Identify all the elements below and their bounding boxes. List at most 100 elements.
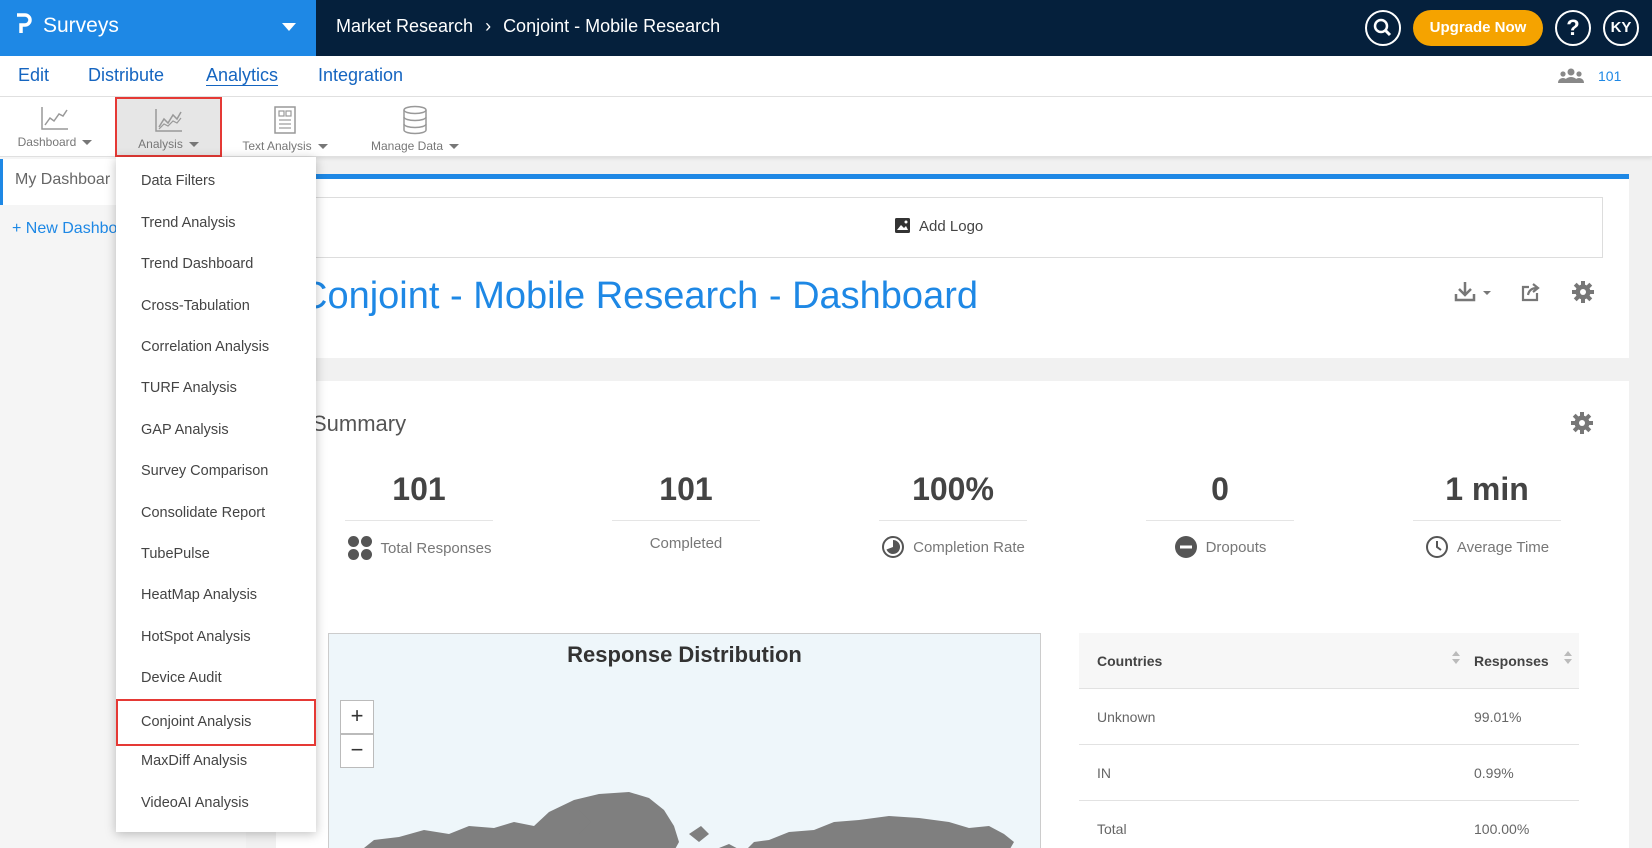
user-avatar[interactable]: KY bbox=[1603, 10, 1639, 46]
new-dashboard-link[interactable]: + New Dashbo bbox=[12, 220, 117, 238]
menu-item-trend-analysis[interactable]: Trend Analysis bbox=[116, 203, 316, 244]
dashboard-header-card: Add Logo Conjoint - Mobile Research - Da… bbox=[276, 174, 1629, 358]
summary-card: Summary 101 Total Responses 101 Complete… bbox=[276, 381, 1629, 848]
menu-item-correlation-analysis[interactable]: Correlation Analysis bbox=[116, 327, 316, 368]
sort-icon[interactable] bbox=[1452, 650, 1460, 665]
stat-completion-rate: 100% Completion Rate bbox=[879, 471, 1027, 559]
summary-settings-gear-icon[interactable] bbox=[1570, 411, 1594, 435]
table-header-row: Countries Responses bbox=[1079, 633, 1579, 689]
grid-dots-icon bbox=[347, 536, 372, 560]
download-icon[interactable] bbox=[1453, 280, 1495, 304]
stat-total-responses: 101 Total Responses bbox=[345, 471, 493, 561]
search-button[interactable] bbox=[1365, 10, 1401, 46]
menu-item-hotspot-analysis[interactable]: HotSpot Analysis bbox=[116, 617, 316, 658]
stat-dropouts: 0 Dropouts bbox=[1146, 471, 1294, 559]
stat-label-row: Total Responses bbox=[345, 535, 493, 561]
clock-icon bbox=[1425, 536, 1448, 558]
analysis-chart-icon bbox=[154, 109, 182, 132]
add-logo-area[interactable]: Add Logo bbox=[276, 197, 1603, 258]
stat-value: 1 min bbox=[1413, 471, 1561, 521]
menu-item-consolidate-report[interactable]: Consolidate Report bbox=[116, 493, 316, 534]
menu-item-data-filters[interactable]: Data Filters bbox=[116, 161, 316, 202]
upgrade-now-button[interactable]: Upgrade Now bbox=[1413, 10, 1543, 46]
responses-counter[interactable]: 101 bbox=[1558, 68, 1621, 84]
countries-table: Countries Responses Unknown 99.01% IN 0.… bbox=[1079, 633, 1579, 848]
line-chart-icon bbox=[41, 107, 68, 130]
stat-value: 101 bbox=[612, 471, 760, 521]
zoom-in-button[interactable]: + bbox=[340, 700, 374, 734]
menu-item-cross-tabulation[interactable]: Cross-Tabulation bbox=[116, 286, 316, 327]
page-title: Conjoint - Mobile Research - Dashboard bbox=[300, 275, 978, 317]
toolbar-dashboard-label: Dashboard bbox=[18, 135, 93, 149]
menu-item-conjoint-analysis[interactable]: Conjoint Analysis bbox=[116, 699, 316, 746]
chevron-right-icon: › bbox=[485, 16, 492, 36]
table-row: IN 0.99% bbox=[1079, 745, 1579, 801]
app-title: Surveys bbox=[43, 14, 119, 37]
stat-label: Completed bbox=[649, 535, 723, 552]
stat-label-row: Completion Rate bbox=[879, 535, 1027, 559]
summary-title: Summary bbox=[312, 411, 407, 436]
stat-label: Total Responses bbox=[380, 539, 492, 557]
stat-label-row: Average Time bbox=[1413, 535, 1561, 559]
tab-edit[interactable]: Edit bbox=[18, 65, 49, 86]
menu-item-videoai-analysis[interactable]: VideoAI Analysis bbox=[116, 783, 316, 824]
column-header-label: Responses bbox=[1474, 652, 1549, 669]
responses-count: 101 bbox=[1598, 68, 1622, 84]
toolbar-text-analysis[interactable]: Text Analysis bbox=[230, 97, 340, 157]
toolbar-dashboard[interactable]: Dashboard bbox=[0, 97, 110, 157]
gear-icon[interactable] bbox=[1571, 280, 1595, 304]
analysis-dropdown-menu: Data Filters Trend Analysis Trend Dashbo… bbox=[116, 157, 316, 832]
table-row: Unknown 99.01% bbox=[1079, 689, 1579, 745]
menu-item-trend-dashboard[interactable]: Trend Dashboard bbox=[116, 244, 316, 285]
breadcrumb-parent[interactable]: Market Research bbox=[336, 16, 473, 37]
chevron-down-icon[interactable] bbox=[282, 23, 296, 31]
app-switcher[interactable]: Surveys bbox=[0, 0, 316, 56]
add-logo-label: Add Logo bbox=[919, 218, 984, 235]
table-cell: 99.01% bbox=[1474, 708, 1522, 725]
stat-completed: 101 Completed bbox=[612, 471, 760, 552]
analytics-toolbar: Dashboard Analysis Text Analysis Manage … bbox=[0, 97, 1652, 157]
table-cell: 100.00% bbox=[1474, 820, 1530, 837]
stat-label: Completion Rate bbox=[913, 538, 1025, 556]
world-map-shape bbox=[364, 792, 1014, 848]
zoom-out-button[interactable]: − bbox=[340, 734, 374, 768]
menu-item-turf-analysis[interactable]: TURF Analysis bbox=[116, 368, 316, 409]
brand-logo-icon bbox=[17, 13, 32, 33]
main-nav: Edit Distribute Analytics Integration 10… bbox=[0, 56, 1652, 97]
share-icon[interactable] bbox=[1520, 281, 1542, 303]
top-bar: Surveys Market Research › Conjoint - Mob… bbox=[0, 0, 1652, 56]
menu-item-survey-comparison[interactable]: Survey Comparison bbox=[116, 451, 316, 492]
table-cell: IN bbox=[1097, 764, 1111, 781]
menu-item-gap-analysis[interactable]: GAP Analysis bbox=[116, 410, 316, 451]
tab-integration[interactable]: Integration bbox=[318, 65, 403, 86]
response-distribution-map[interactable]: Response Distribution + − bbox=[328, 633, 1041, 848]
breadcrumb-current: Conjoint - Mobile Research bbox=[503, 16, 721, 36]
menu-item-device-audit[interactable]: Device Audit bbox=[116, 658, 316, 699]
toolbar-analysis[interactable]: Analysis bbox=[115, 97, 222, 157]
stat-value: 101 bbox=[345, 471, 493, 521]
toolbar-analysis-label: Analysis bbox=[138, 137, 199, 151]
stat-label: Average Time bbox=[1456, 538, 1550, 556]
dashboard-main: Add Logo Conjoint - Mobile Research - Da… bbox=[276, 157, 1652, 848]
column-header-responses[interactable]: Responses bbox=[1474, 650, 1579, 669]
stat-value: 100% bbox=[879, 471, 1027, 521]
tab-analytics[interactable]: Analytics bbox=[206, 65, 278, 86]
search-icon bbox=[1373, 18, 1392, 37]
pie-icon bbox=[882, 536, 905, 558]
users-icon bbox=[1558, 68, 1584, 83]
sort-icon[interactable] bbox=[1564, 650, 1572, 665]
toolbar-manage-data[interactable]: Manage Data bbox=[360, 97, 470, 157]
menu-item-tubepulse[interactable]: TubePulse bbox=[116, 534, 316, 575]
tab-distribute[interactable]: Distribute bbox=[88, 65, 164, 86]
map-title: Response Distribution bbox=[567, 642, 802, 667]
stat-average-time: 1 min Average Time bbox=[1413, 471, 1561, 559]
table-row: Total 100.00% bbox=[1079, 801, 1579, 848]
menu-item-heatmap-analysis[interactable]: HeatMap Analysis bbox=[116, 575, 316, 616]
table-cell: Total bbox=[1097, 820, 1127, 837]
help-button[interactable]: ? bbox=[1555, 10, 1591, 46]
stat-value: 0 bbox=[1146, 471, 1294, 521]
column-header-countries[interactable]: Countries bbox=[1079, 650, 1474, 669]
menu-item-maxdiff-analysis[interactable]: MaxDiff Analysis bbox=[116, 741, 316, 782]
toolbar-manage-data-label: Manage Data bbox=[371, 139, 459, 153]
minus-circle-icon bbox=[1174, 536, 1197, 558]
